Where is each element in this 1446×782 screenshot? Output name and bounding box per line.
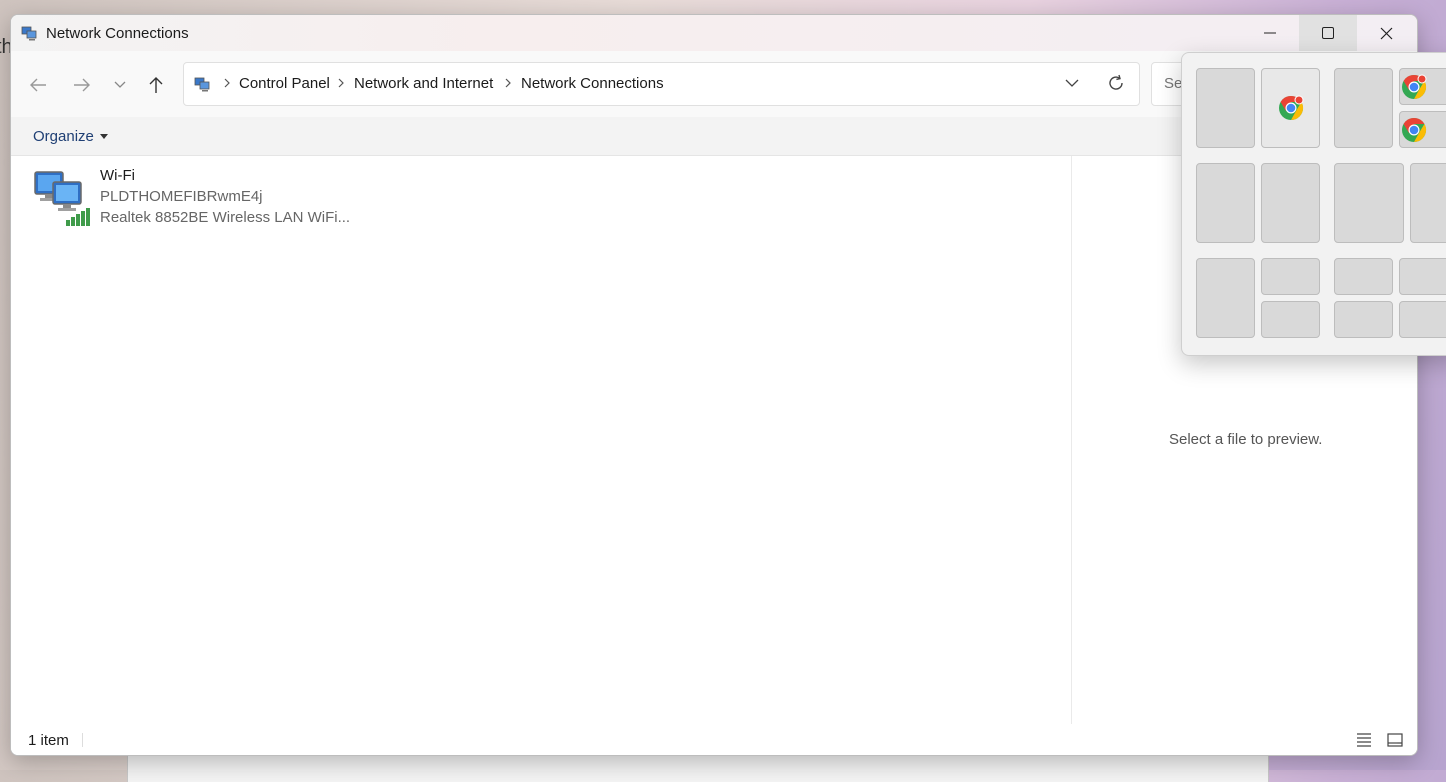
- chrome-icon: [1402, 74, 1427, 99]
- snap-zone[interactable]: [1399, 68, 1446, 105]
- preview-empty-text: Select a file to preview.: [1169, 431, 1323, 448]
- organize-button[interactable]: Organize: [33, 128, 108, 145]
- breadcrumb-network-connections[interactable]: Network Connections: [521, 75, 664, 92]
- snap-layouts-flyout: [1181, 52, 1446, 356]
- address-history-dropdown-icon[interactable]: [1064, 75, 1080, 91]
- status-divider: [82, 733, 83, 747]
- details-view-icon: [1357, 733, 1371, 747]
- chevron-right-icon[interactable]: [222, 76, 232, 90]
- snap-zone[interactable]: [1399, 301, 1446, 338]
- connection-network: PLDTHOMEFIBRwmE4j: [100, 188, 263, 205]
- network-connections-icon: [194, 77, 210, 92]
- connection-name: Wi-Fi: [100, 167, 135, 184]
- snap-zone[interactable]: [1334, 68, 1393, 148]
- recent-locations-button[interactable]: [106, 73, 134, 97]
- snap-zone[interactable]: [1196, 68, 1255, 148]
- arrow-right-icon: [74, 78, 90, 92]
- chrome-icon: [1402, 118, 1427, 142]
- snap-zone[interactable]: [1334, 163, 1404, 243]
- organize-label: Organize: [33, 128, 94, 145]
- chevron-right-icon[interactable]: [336, 76, 346, 90]
- snap-zone[interactable]: [1399, 258, 1446, 295]
- wifi-network-adapter-icon: [34, 171, 90, 226]
- arrow-left-icon: [30, 78, 46, 92]
- snap-zone[interactable]: [1261, 163, 1320, 243]
- list-item[interactable]: Wi-Fi PLDTHOMEFIBRwmE4j Realtek 8852BE W…: [31, 166, 361, 232]
- refresh-icon[interactable]: [1106, 73, 1126, 93]
- arrow-up-icon: [149, 77, 163, 93]
- file-list[interactable]: Wi-Fi PLDTHOMEFIBRwmE4j Realtek 8852BE W…: [11, 156, 1071, 724]
- snap-zone[interactable]: [1399, 111, 1446, 148]
- chevron-down-icon: [114, 81, 126, 88]
- snap-zone[interactable]: [1261, 301, 1320, 338]
- close-icon: [1380, 27, 1392, 39]
- breadcrumb-control-panel[interactable]: Control Panel: [239, 75, 330, 92]
- window-title: Network Connections: [46, 25, 189, 42]
- back-button[interactable]: [24, 73, 52, 97]
- snap-zone[interactable]: [1261, 258, 1320, 295]
- maximize-button[interactable]: [1299, 15, 1357, 51]
- snap-zone[interactable]: [1261, 68, 1320, 148]
- minimize-icon: [1264, 32, 1276, 34]
- chevron-right-icon[interactable]: [503, 76, 513, 90]
- caret-down-icon: [99, 134, 108, 139]
- maximize-icon: [1322, 27, 1334, 39]
- snap-zone[interactable]: [1334, 258, 1393, 295]
- connection-adapter: Realtek 8852BE Wireless LAN WiFi...: [100, 209, 351, 226]
- large-icons-view-button[interactable]: [1386, 731, 1404, 749]
- minimize-button[interactable]: [1241, 15, 1299, 51]
- up-button[interactable]: [142, 73, 170, 97]
- address-bar[interactable]: Control Panel Network and Internet Netwo…: [183, 62, 1140, 106]
- breadcrumb-network-and-internet[interactable]: Network and Internet: [354, 75, 493, 92]
- snap-zone[interactable]: [1334, 301, 1393, 338]
- details-view-button[interactable]: [1355, 731, 1373, 749]
- snap-zone[interactable]: [1196, 258, 1255, 338]
- large-icons-view-icon: [1387, 733, 1403, 747]
- title-bar[interactable]: Network Connections: [11, 15, 1417, 51]
- network-connections-icon: [21, 26, 37, 41]
- background-window: [127, 752, 1269, 782]
- status-bar: 1 item: [11, 725, 1417, 755]
- chrome-icon: [1279, 95, 1304, 120]
- item-count: 1 item: [28, 732, 69, 749]
- snap-zone[interactable]: [1196, 163, 1255, 243]
- forward-button[interactable]: [68, 73, 96, 97]
- close-button[interactable]: [1357, 15, 1415, 51]
- snap-zone[interactable]: [1410, 163, 1446, 243]
